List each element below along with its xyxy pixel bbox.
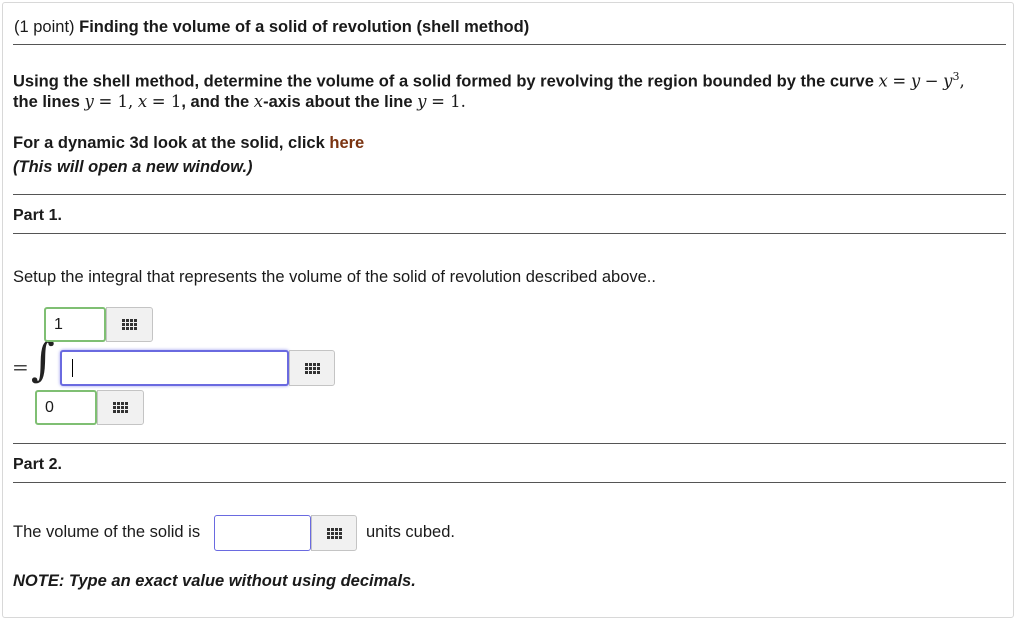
lower-limit-palette-button[interactable] bbox=[97, 390, 144, 425]
divider bbox=[13, 194, 1006, 195]
part2-heading: Part 2. bbox=[13, 456, 62, 473]
points-label: (1 point) bbox=[14, 18, 75, 36]
upper-limit-value: 1 bbox=[54, 315, 63, 333]
part1-heading: Part 1. bbox=[13, 207, 62, 224]
part1-instruction: Setup the integral that represents the v… bbox=[13, 268, 656, 286]
dynamic-3d-link[interactable]: here bbox=[329, 134, 364, 152]
divider bbox=[13, 233, 1006, 234]
math-equals: = bbox=[892, 71, 907, 91]
volume-palette-button[interactable] bbox=[311, 515, 357, 551]
math-eq-1: = 1 bbox=[98, 92, 129, 111]
lower-limit-value: 0 bbox=[45, 398, 54, 416]
integrand-input[interactable] bbox=[60, 350, 289, 386]
divider bbox=[13, 482, 1006, 483]
upper-limit-input[interactable]: 1 bbox=[44, 307, 106, 342]
volume-suffix: units cubed. bbox=[366, 523, 455, 541]
equation-palette-icon bbox=[122, 319, 137, 330]
problem-statement-line2: the lines y = 1, x = 1, and the x-axis a… bbox=[13, 90, 466, 114]
new-window-note: (This will open a new window.) bbox=[13, 158, 253, 176]
statement-text-1: Using the shell method, determine the vo… bbox=[13, 72, 874, 91]
upper-limit-palette-button[interactable] bbox=[106, 307, 153, 342]
equation-palette-icon bbox=[113, 402, 128, 413]
math-minus: − bbox=[924, 71, 939, 91]
divider bbox=[13, 443, 1006, 444]
problem-panel: (1 point) Finding the volume of a solid … bbox=[2, 2, 1014, 618]
problem-title: (1 point) Finding the volume of a solid … bbox=[14, 18, 529, 37]
lower-limit-input[interactable]: 0 bbox=[35, 390, 97, 425]
dynamic-3d-line: For a dynamic 3d look at the solid, clic… bbox=[13, 131, 364, 155]
math-x: x bbox=[253, 92, 264, 111]
math-x: x bbox=[878, 71, 888, 91]
math-comma: , bbox=[128, 92, 134, 111]
math-eq-1: = 1 bbox=[431, 92, 461, 111]
math-y: y bbox=[910, 71, 921, 91]
volume-answer-input[interactable] bbox=[214, 515, 311, 551]
dynamic-3d-text: For a dynamic 3d look at the solid, clic… bbox=[13, 134, 325, 152]
text-cursor bbox=[72, 359, 73, 377]
statement-text-2: the lines bbox=[13, 93, 80, 111]
equals-sign: = bbox=[12, 355, 29, 379]
part2-note: NOTE: Type an exact value without using … bbox=[13, 572, 416, 590]
math-eq-1: = 1 bbox=[151, 92, 182, 111]
math-comma: , bbox=[959, 71, 965, 91]
statement-text-3: , and the bbox=[181, 93, 250, 111]
math-y: y bbox=[417, 92, 427, 111]
integrand-palette-button[interactable] bbox=[289, 350, 335, 386]
problem-title-text: Finding the volume of a solid of revolut… bbox=[79, 18, 530, 36]
divider bbox=[13, 44, 1006, 45]
volume-prefix: The volume of the solid is bbox=[13, 523, 201, 541]
math-y: y bbox=[84, 92, 94, 111]
math-x: x bbox=[137, 92, 148, 111]
math-period: . bbox=[460, 92, 466, 111]
equation-palette-icon bbox=[304, 362, 320, 374]
statement-text-4: -axis about the line bbox=[263, 93, 413, 111]
equation-palette-icon bbox=[326, 527, 342, 539]
